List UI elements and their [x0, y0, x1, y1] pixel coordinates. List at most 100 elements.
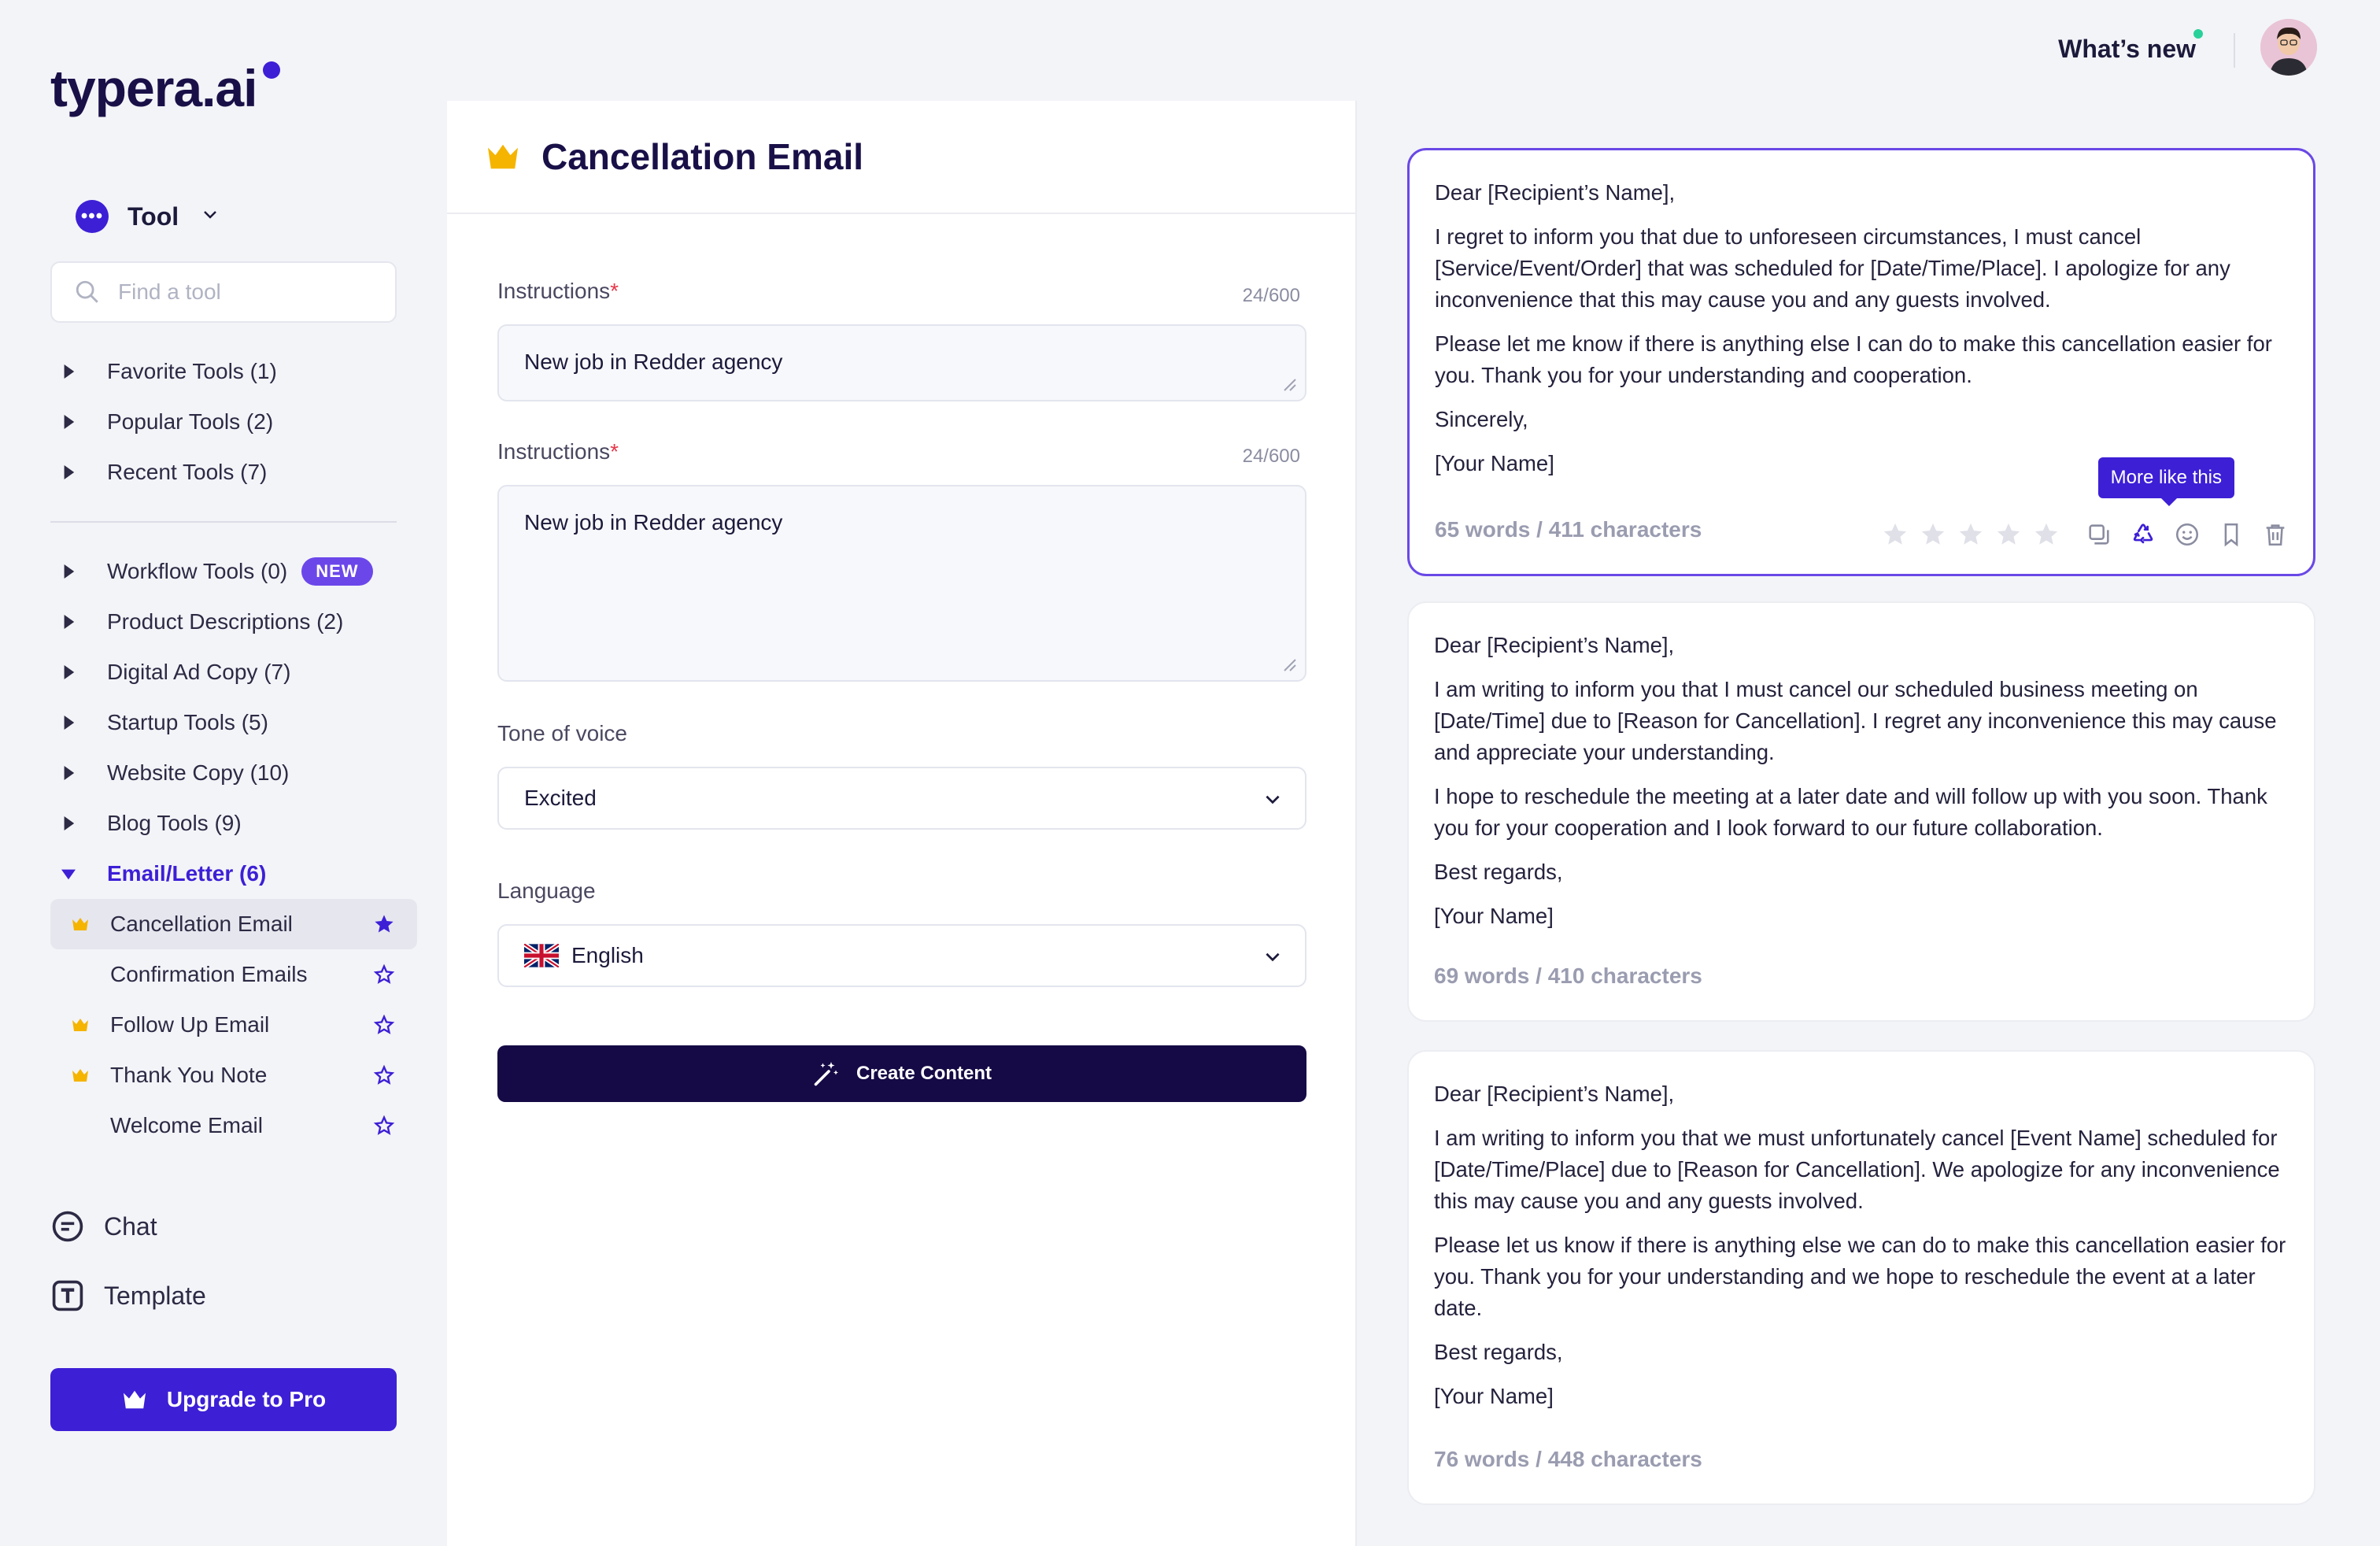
- result-paragraph: Dear [Recipient’s Name],: [1434, 1082, 1675, 1106]
- bookmark-icon: [2224, 523, 2238, 547]
- star-outline-icon[interactable]: [373, 1014, 395, 1036]
- nav-product-descriptions[interactable]: Product Descriptions (2): [50, 597, 420, 647]
- tone-of-voice-field: Tone of voice Excited: [497, 721, 1306, 830]
- upgrade-label: Upgrade to Pro: [166, 1387, 327, 1411]
- nav-label: Favorite Tools (1): [107, 359, 277, 383]
- results-panel: Dear [Recipient’s Name], I regret to inf…: [1357, 101, 2380, 1546]
- language-select[interactable]: English: [497, 924, 1306, 987]
- nav-label: Digital Ad Copy (7): [107, 660, 291, 684]
- rating-star-icon[interactable]: [1957, 521, 1984, 548]
- rating-star-icon[interactable]: [1882, 521, 1909, 548]
- whats-new-link[interactable]: What’s new: [2058, 35, 2196, 64]
- result-paragraph: [Your Name]: [1434, 1384, 1554, 1408]
- word-count: 65 words / 411 characters: [1435, 517, 1702, 542]
- tool-search[interactable]: [50, 261, 397, 323]
- star-outline-icon[interactable]: [373, 963, 395, 986]
- delete-button[interactable]: [2260, 519, 2291, 550]
- nav-label: Startup Tools (5): [107, 710, 268, 734]
- instructions-input-1[interactable]: New job in Redder agency: [497, 324, 1306, 401]
- logo[interactable]: typera.ai: [50, 58, 257, 118]
- resize-handle-icon[interactable]: [1278, 373, 1297, 392]
- tone-of-voice-select[interactable]: Excited: [497, 767, 1306, 830]
- tooltip: More like this: [2097, 457, 2234, 506]
- field-label: Instructions*: [497, 439, 619, 464]
- crown-icon: [72, 918, 88, 930]
- caret-right-icon: [61, 465, 76, 479]
- caret-right-icon: [61, 665, 76, 679]
- nav-digital-ad-copy[interactable]: Digital Ad Copy (7): [50, 647, 420, 697]
- nav-label: Recent Tools (7): [107, 460, 268, 484]
- instructions-field-2: Instructions* 24/600 New job in Redder a…: [497, 439, 1306, 682]
- tool-item-welcome-email[interactable]: Welcome Email: [50, 1100, 417, 1151]
- tool-item-label: Cancellation Email: [110, 912, 293, 936]
- divider: [2234, 33, 2235, 68]
- search-input[interactable]: [118, 279, 370, 305]
- uk-flag-icon: [524, 944, 559, 967]
- char-counter: 24/600: [1242, 446, 1300, 467]
- result-card[interactable]: Dear [Recipient’s Name], I regret to inf…: [1407, 148, 2315, 576]
- bookmark-button[interactable]: [2216, 519, 2247, 550]
- create-content-label: Create Content: [856, 1063, 992, 1084]
- star-outline-icon[interactable]: [373, 1115, 395, 1137]
- tool-switcher[interactable]: ••• Tool: [76, 200, 220, 233]
- copy-button[interactable]: [2083, 519, 2115, 550]
- tool-item-label: Welcome Email: [110, 1113, 263, 1137]
- user-avatar-icon: [2260, 19, 2317, 76]
- result-paragraph: [Your Name]: [1434, 904, 1554, 928]
- avatar[interactable]: [2260, 19, 2317, 76]
- nav-recent-tools[interactable]: Recent Tools (7): [50, 447, 420, 497]
- nav-blog-tools[interactable]: Blog Tools (9): [50, 798, 420, 849]
- crown-icon: [72, 1069, 88, 1082]
- resize-handle-icon[interactable]: [1278, 653, 1297, 672]
- more-dots-icon: •••: [76, 200, 109, 233]
- tool-form-panel: Cancellation Email Instructions* 24/600 …: [447, 101, 1357, 1546]
- emoji-feedback-button[interactable]: [2171, 519, 2203, 550]
- chat-icon: [52, 1211, 83, 1242]
- instructions-field-1: Instructions* 24/600 New job in Redder a…: [497, 279, 1306, 401]
- input-value: New job in Redder agency: [524, 350, 783, 374]
- nav-label: Product Descriptions (2): [107, 609, 344, 634]
- nav-chat[interactable]: Chat: [50, 1209, 157, 1244]
- nav-template[interactable]: Template: [50, 1278, 206, 1313]
- create-content-button[interactable]: Create Content: [497, 1045, 1306, 1102]
- result-paragraph: Best regards,: [1434, 860, 1563, 884]
- tool-item-confirmation-emails[interactable]: Confirmation Emails: [50, 949, 417, 1000]
- nav-label: Website Copy (10): [107, 760, 290, 785]
- nav-workflow-tools[interactable]: Workflow Tools (0) NEW: [50, 546, 420, 597]
- nav-favorite-tools[interactable]: Favorite Tools (1): [50, 346, 420, 397]
- field-label: Language: [497, 878, 596, 903]
- language-field: Language English: [497, 878, 1306, 987]
- star-filled-icon[interactable]: [373, 913, 395, 935]
- field-label: Instructions*: [497, 279, 619, 303]
- tool-item-follow-up-email[interactable]: Follow Up Email: [50, 1000, 417, 1050]
- more-like-this-button[interactable]: [2127, 519, 2159, 550]
- rating-star-icon[interactable]: [1995, 521, 2022, 548]
- nav-popular-tools[interactable]: Popular Tools (2): [50, 397, 420, 447]
- template-icon: [52, 1280, 83, 1311]
- chevron-down-icon: [1266, 952, 1280, 962]
- tool-item-thank-you-note[interactable]: Thank You Note: [50, 1050, 417, 1100]
- caret-right-icon: [61, 716, 76, 730]
- nav-label: Popular Tools (2): [107, 409, 274, 434]
- nav-email-letter[interactable]: Email/Letter (6): [50, 849, 420, 899]
- nav-startup-tools[interactable]: Startup Tools (5): [50, 697, 420, 748]
- caret-right-icon: [61, 364, 76, 379]
- instructions-input-2[interactable]: New job in Redder agency: [497, 485, 1306, 682]
- select-value: English: [571, 943, 644, 967]
- result-card[interactable]: Dear [Recipient’s Name], I am writing to…: [1407, 1050, 2315, 1505]
- tool-nav: Favorite Tools (1) Popular Tools (2) Rec…: [50, 346, 420, 1151]
- star-outline-icon[interactable]: [373, 1064, 395, 1086]
- divider: [50, 521, 397, 523]
- caret-right-icon: [61, 816, 76, 830]
- rating-star-icon[interactable]: [1920, 521, 1946, 548]
- trash-icon: [2266, 524, 2285, 546]
- nav-website-copy[interactable]: Website Copy (10): [50, 748, 420, 798]
- crown-icon: [123, 1390, 146, 1409]
- result-card[interactable]: Dear [Recipient’s Name], I am writing to…: [1407, 601, 2315, 1022]
- upgrade-to-pro-button[interactable]: Upgrade to Pro: [50, 1368, 397, 1431]
- rating-star-icon[interactable]: [2033, 521, 2060, 548]
- result-paragraph: I am writing to inform you that we must …: [1434, 1126, 2280, 1213]
- email-letter-tools: Cancellation Email Confirmation Emails F…: [50, 899, 420, 1151]
- field-label: Tone of voice: [497, 721, 627, 745]
- tool-item-cancellation-email[interactable]: Cancellation Email: [50, 899, 417, 949]
